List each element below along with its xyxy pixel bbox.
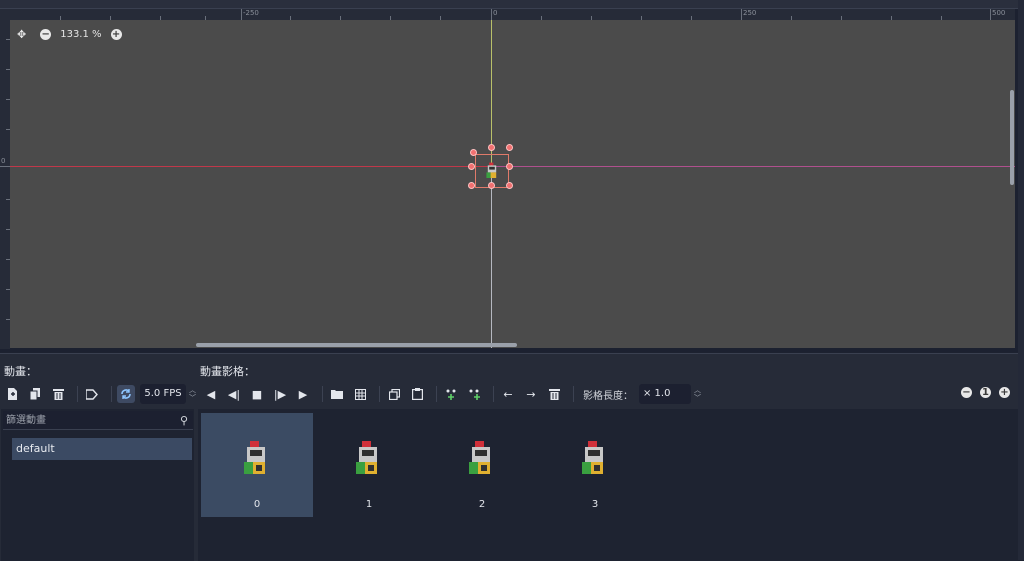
sprite-frames-panel: 動畫： 動畫影格： 5.0 FPS ︿ ﹀ ◀ ◀| ■ |▶ ▶ ← → 影格… [0,353,1018,561]
animation-toolbar: 5.0 FPS ︿ ﹀ ◀ ◀| ■ |▶ ▶ ← → 影格長度： × 1.0 … [3,384,707,404]
resize-handle-r[interactable] [506,163,513,170]
x-axis-line-right [492,166,1015,167]
fps-input[interactable]: 5.0 FPS [140,384,186,404]
ruler-label-250: 250 [743,9,757,17]
2d-canvas[interactable] [10,20,1015,348]
tag-icon [86,388,98,400]
zoom-controls: ✥ − 133.1 % + [17,26,122,42]
insert-frame-after-button[interactable] [465,385,483,403]
toolbar-separator [322,386,323,402]
frames-title: 動畫影格： [200,365,255,378]
zoom-out-button[interactable]: − [40,28,52,40]
duplicate-icon [29,388,40,400]
animation-item-default[interactable]: default [12,438,192,460]
duplicate-animation-button[interactable] [26,385,44,403]
frame-item[interactable]: 1 [313,413,425,517]
folder-icon [331,390,343,399]
play-button[interactable]: |▶ [271,385,289,403]
knight-sprite-icon [582,441,603,474]
frame-item[interactable]: 0 [201,413,313,517]
frame-index-label: 3 [591,499,599,510]
ruler-label-zero: 0 [493,9,498,17]
frame-length-spinner[interactable]: ︿ ﹀ [694,386,701,402]
toolbar-separator [493,386,494,402]
copy-frame-button[interactable] [385,385,403,403]
trash-icon [548,389,560,400]
center-view-icon[interactable]: ✥ [17,28,26,41]
vertical-scrollbar[interactable] [1010,90,1014,185]
toolbar-separator [77,386,78,402]
rename-animation-button[interactable] [83,385,101,403]
frames-zoom-reset-button[interactable]: 1 [980,387,991,398]
paste-frame-button[interactable] [408,385,426,403]
knight-sprite-icon [356,441,377,474]
loop-toggle-button[interactable] [117,385,135,403]
toolbar-separator [436,386,437,402]
resize-handle-b[interactable] [488,182,495,189]
frame-index-label: 0 [253,499,261,510]
ruler-label-500: 500 [992,9,1006,17]
ruler-label-neg250: -250 [243,9,259,17]
top-strip [0,0,1018,9]
frame-index-label: 1 [365,499,373,510]
resize-handle-tr[interactable] [506,144,513,151]
insert-after-icon [469,389,480,400]
zoom-level-label[interactable]: 133.1 % [60,29,101,40]
paste-icon [411,388,423,400]
horizontal-ruler: -250 0 250 500 [10,9,1015,20]
resize-handle-tl[interactable] [470,149,477,156]
vertical-ruler: 0 [0,9,10,349]
right-panel-edge [1018,0,1024,560]
trash-icon [52,389,64,400]
ruler-label-v-zero: 0 [1,157,6,165]
knight-sprite-icon [469,441,490,474]
delete-frame-button[interactable] [545,385,563,403]
animation-search-input[interactable]: 篩選動畫 ⚲ [3,411,193,430]
frame-zoom-controls: − 1 + [961,387,1010,398]
delete-animation-button[interactable] [49,385,67,403]
move-frame-right-button[interactable]: → [522,385,540,403]
resize-handle-l[interactable] [468,163,475,170]
grid-icon [354,388,366,400]
resize-handle-br[interactable] [506,182,513,189]
move-frame-left-button[interactable]: ← [499,385,517,403]
copy-icon [388,388,400,400]
play-from-start-button[interactable]: ▶ [294,385,312,403]
toolbar-separator [573,386,574,402]
fps-spinner[interactable]: ︿ ﹀ [189,386,196,402]
sprite-preview-icon [486,162,497,178]
sprite-sheet-button[interactable] [351,385,369,403]
animations-title: 動畫： [4,365,37,378]
animation-list [1,409,194,561]
resize-handle-bl[interactable] [468,182,475,189]
frame-length-input[interactable]: × 1.0 [639,384,691,404]
insert-before-icon [446,389,456,400]
frame-item[interactable]: 3 [539,413,651,517]
new-animation-button[interactable] [3,385,21,403]
toolbar-separator [379,386,380,402]
zoom-in-button[interactable]: + [110,28,122,40]
play-backwards-from-end-button[interactable]: ◀ [202,385,220,403]
new-file-icon [7,388,17,400]
loop-icon [121,389,131,399]
y-axis-line-lower [491,167,492,348]
stop-button[interactable]: ■ [248,385,266,403]
frame-item[interactable]: 2 [426,413,538,517]
load-frames-button[interactable] [328,385,346,403]
frames-zoom-in-button[interactable]: + [999,387,1010,398]
search-placeholder: 篩選動畫 [6,415,46,426]
frames-zoom-out-button[interactable]: − [961,387,972,398]
frames-grid: 0 1 2 3 [198,409,1018,561]
play-backwards-button[interactable]: ◀| [225,385,243,403]
frame-index-label: 2 [478,499,486,510]
horizontal-scrollbar[interactable] [196,343,517,347]
search-icon: ⚲ [179,414,188,427]
knight-sprite-icon [244,441,265,474]
resize-handle-t[interactable] [488,144,495,151]
toolbar-separator [111,386,112,402]
insert-frame-before-button[interactable] [442,385,460,403]
frame-length-label: 影格長度： [583,390,633,402]
